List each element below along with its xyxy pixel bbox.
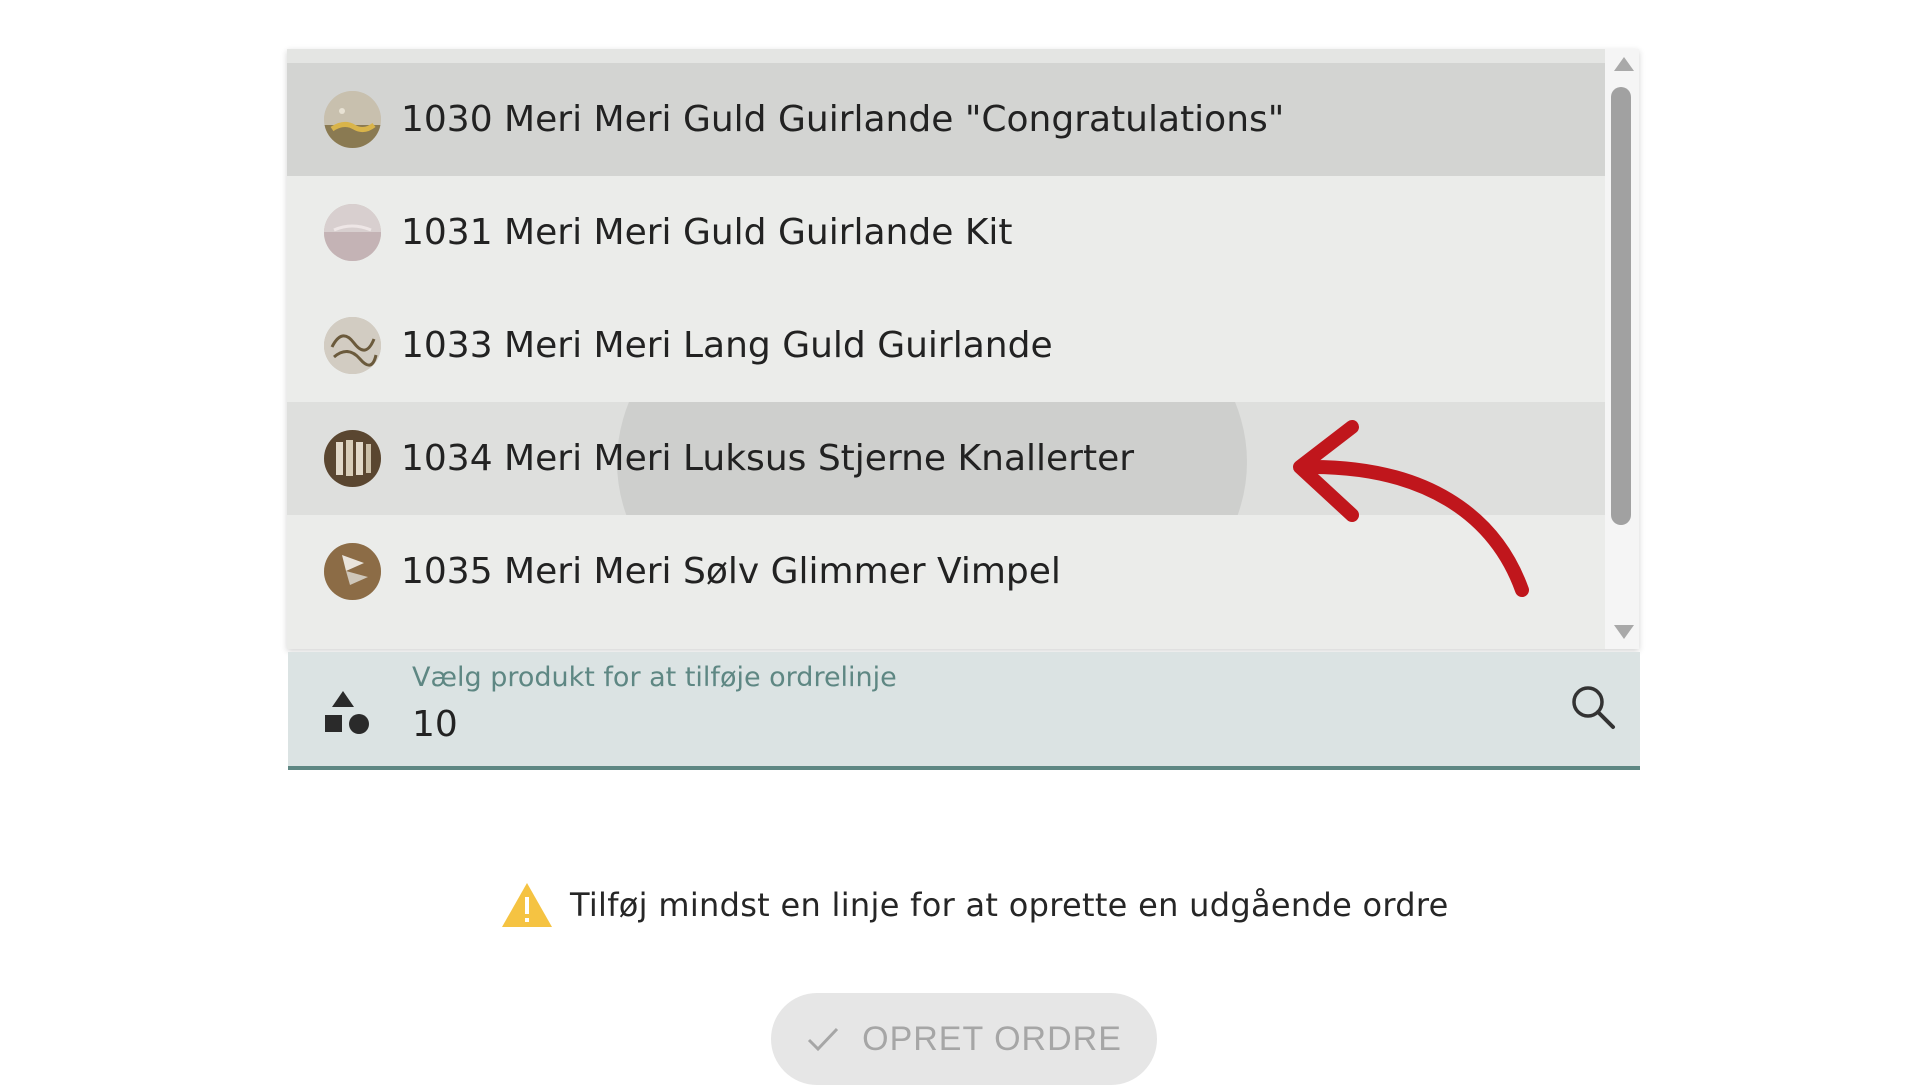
list-top-edge [287,49,1605,63]
list-item-label: 1030 Meri Meri Guld Guirlande "Congratul… [401,99,1285,140]
product-thumbnail [324,430,381,487]
search-input[interactable]: 10 [412,704,458,745]
list-item-label: 1033 Meri Meri Lang Guld Guirlande [401,325,1053,366]
search-icon[interactable] [1568,682,1618,732]
create-order-label: OPRET ORDRE [862,1019,1122,1058]
list-item-1031[interactable]: 1031 Meri Meri Guld Guirlande Kit [287,176,1605,289]
product-thumbnail [324,91,381,148]
list-item-label: 1035 Meri Meri Sølv Glimmer Vimpel [401,551,1061,592]
scrollbar-thumb[interactable] [1611,87,1631,525]
product-thumbnail [324,317,381,374]
list-item-1030[interactable]: 1030 Meri Meri Guld Guirlande "Congratul… [287,63,1605,176]
scroll-up-arrow-icon[interactable] [1614,57,1634,71]
warning-icon [502,883,552,927]
scroll-down-arrow-icon[interactable] [1614,625,1634,639]
create-order-button[interactable]: OPRET ORDRE [771,993,1157,1085]
product-search-field[interactable]: Vælg produkt for at tilføje ordrelinje 1… [288,652,1640,770]
list-item-1033[interactable]: 1033 Meri Meri Lang Guld Guirlande [287,289,1605,402]
warning-message: Tilføj mindst en linje for at oprette en… [500,880,1449,930]
list-item-label: 1031 Meri Meri Guld Guirlande Kit [401,212,1013,253]
list-scrollbar[interactable] [1605,49,1639,649]
product-thumbnail [324,204,381,261]
curved-arrow-icon [1293,420,1529,597]
check-icon [808,1027,839,1052]
warning-text: Tilføj mindst en linje for at oprette en… [570,886,1449,924]
field-label: Vælg produkt for at tilføje ordrelinje [412,662,897,693]
product-thumbnail [324,543,381,600]
shapes-icon [325,691,369,734]
list-item-label: 1034 Meri Meri Luksus Stjerne Knallerter [401,438,1135,479]
